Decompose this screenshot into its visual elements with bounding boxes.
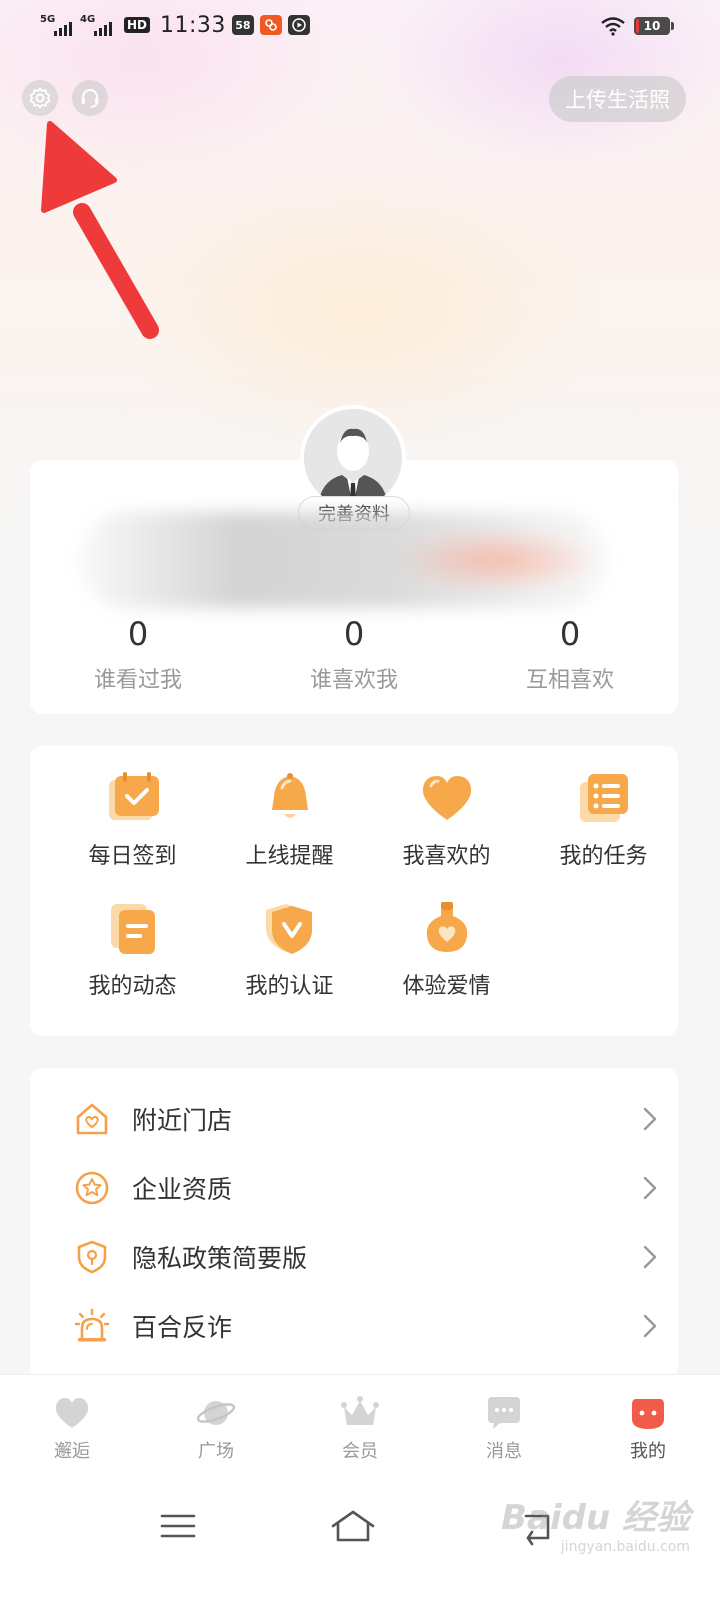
signal-5g-icon: 5G [40, 12, 74, 38]
chevron-right-icon [643, 1107, 657, 1131]
customer-service-button[interactable] [72, 80, 108, 116]
stat-label: 互相喜欢 [525, 668, 614, 693]
feature-my-likes[interactable]: 我喜欢的 [368, 770, 525, 870]
stats-row: 0 谁看过我 0 谁喜欢我 0 互相喜欢 [30, 612, 678, 694]
default-avatar-icon [304, 409, 402, 507]
crown-icon [341, 1396, 379, 1425]
feature-my-verification[interactable]: 我的认证 [211, 900, 368, 1000]
chevron-right-icon [643, 1245, 657, 1269]
stat-liked-me[interactable]: 0 谁喜欢我 [246, 612, 462, 694]
chevron-right-icon [643, 1314, 657, 1338]
hd-icon: HD [124, 17, 151, 33]
tab-label: 会员 [342, 1441, 378, 1462]
star-badge-icon [75, 1171, 109, 1204]
profile-face-icon [632, 1399, 664, 1429]
annotation-arrow-icon [41, 121, 159, 339]
headset-icon [81, 89, 99, 108]
menu-item-label: 附近门店 [132, 1105, 233, 1135]
features-grid: 每日签到 上线提醒 我喜欢的 我的任务 我的动态 我的认证 体验爱情 [30, 770, 678, 1000]
tab-label: 我的 [630, 1441, 666, 1462]
feature-label: 我的任务 [559, 844, 648, 869]
store-heart-icon [76, 1103, 108, 1134]
blurred-username [78, 512, 608, 608]
clock: 11:33 [160, 12, 226, 38]
chevron-right-icon [643, 1176, 657, 1200]
wifi-icon [601, 17, 625, 36]
tab-square[interactable]: 广场 [144, 1375, 288, 1484]
battery-icon: 10 [634, 17, 674, 35]
menu-item-nearby-stores[interactable]: 附近门店 [30, 1084, 678, 1153]
verified-shield-icon [265, 904, 312, 954]
watermark: Baidu 经验 jingyan.baidu.com [501, 1490, 690, 1555]
signal-4g-icon: 4G [80, 12, 114, 38]
feature-online-reminder[interactable]: 上线提醒 [211, 770, 368, 870]
upload-photo-button[interactable]: 上传生活照 [549, 76, 686, 122]
status-bar: 5G 4G HD 11:33 58 10 [0, 0, 720, 58]
stat-viewed-me[interactable]: 0 谁看过我 [30, 612, 246, 694]
privacy-shield-icon [77, 1240, 107, 1273]
stat-label: 谁看过我 [93, 668, 182, 693]
tab-label: 消息 [486, 1441, 522, 1462]
gear-icon [29, 87, 51, 109]
menu-item-privacy-policy[interactable]: 隐私政策简要版 [30, 1222, 678, 1291]
love-potion-icon [426, 902, 467, 952]
home-icon[interactable] [330, 1506, 376, 1546]
feature-daily-checkin[interactable]: 每日签到 [54, 770, 211, 870]
task-list-icon [579, 774, 628, 822]
chat-icon [488, 1397, 520, 1429]
menu-item-label: 企业资质 [132, 1174, 233, 1204]
feature-my-posts[interactable]: 我的动态 [54, 900, 211, 1000]
menu-item-label: 百合反诈 [132, 1312, 233, 1342]
alarm-icon [74, 1308, 110, 1341]
feature-label: 我的认证 [245, 974, 334, 999]
heart-icon [422, 776, 471, 820]
stat-mutual-like[interactable]: 0 互相喜欢 [462, 612, 678, 694]
document-icon [110, 904, 155, 954]
feature-label: 我的动态 [88, 974, 177, 999]
stat-value: 0 [559, 615, 581, 653]
bottom-tab-bar: 邂逅 广场 会员 消息 我的 [0, 1374, 720, 1484]
tab-vip[interactable]: 会员 [288, 1375, 432, 1484]
tab-label: 邂逅 [54, 1441, 90, 1462]
menu-list: 附近门店 企业资质 隐私政策简要版 百合反诈 [30, 1084, 678, 1360]
menu-item-anti-fraud[interactable]: 百合反诈 [30, 1291, 678, 1360]
feature-label: 上线提醒 [245, 844, 334, 869]
tab-messages[interactable]: 消息 [432, 1375, 576, 1484]
bell-icon [271, 773, 308, 818]
app-58-icon: 58 [231, 15, 254, 35]
media-play-icon [287, 15, 310, 35]
settings-button[interactable] [22, 80, 58, 116]
feature-label: 每日签到 [88, 844, 177, 869]
app-notification-icon [259, 15, 282, 35]
stat-value: 0 [127, 615, 149, 653]
planet-icon [196, 1401, 236, 1425]
stat-label: 谁喜欢我 [309, 668, 398, 693]
tab-encounter[interactable]: 邂逅 [0, 1375, 144, 1484]
tab-label: 广场 [198, 1441, 234, 1462]
menu-item-enterprise-qualification[interactable]: 企业资质 [30, 1153, 678, 1222]
heart-icon [55, 1398, 89, 1428]
tab-mine[interactable]: 我的 [576, 1375, 720, 1484]
feature-my-tasks[interactable]: 我的任务 [525, 770, 682, 870]
feature-experience-love[interactable]: 体验爱情 [368, 900, 525, 1000]
watermark-url: jingyan.baidu.com [560, 1539, 690, 1555]
watermark-brand: Baidu 经验 [501, 1498, 690, 1538]
stat-value: 0 [343, 615, 365, 653]
feature-label: 体验爱情 [402, 974, 491, 999]
calendar-check-icon [108, 772, 159, 820]
feature-label: 我喜欢的 [402, 844, 491, 869]
menu-item-label: 隐私政策简要版 [132, 1243, 308, 1273]
menu-icon[interactable] [158, 1506, 198, 1546]
